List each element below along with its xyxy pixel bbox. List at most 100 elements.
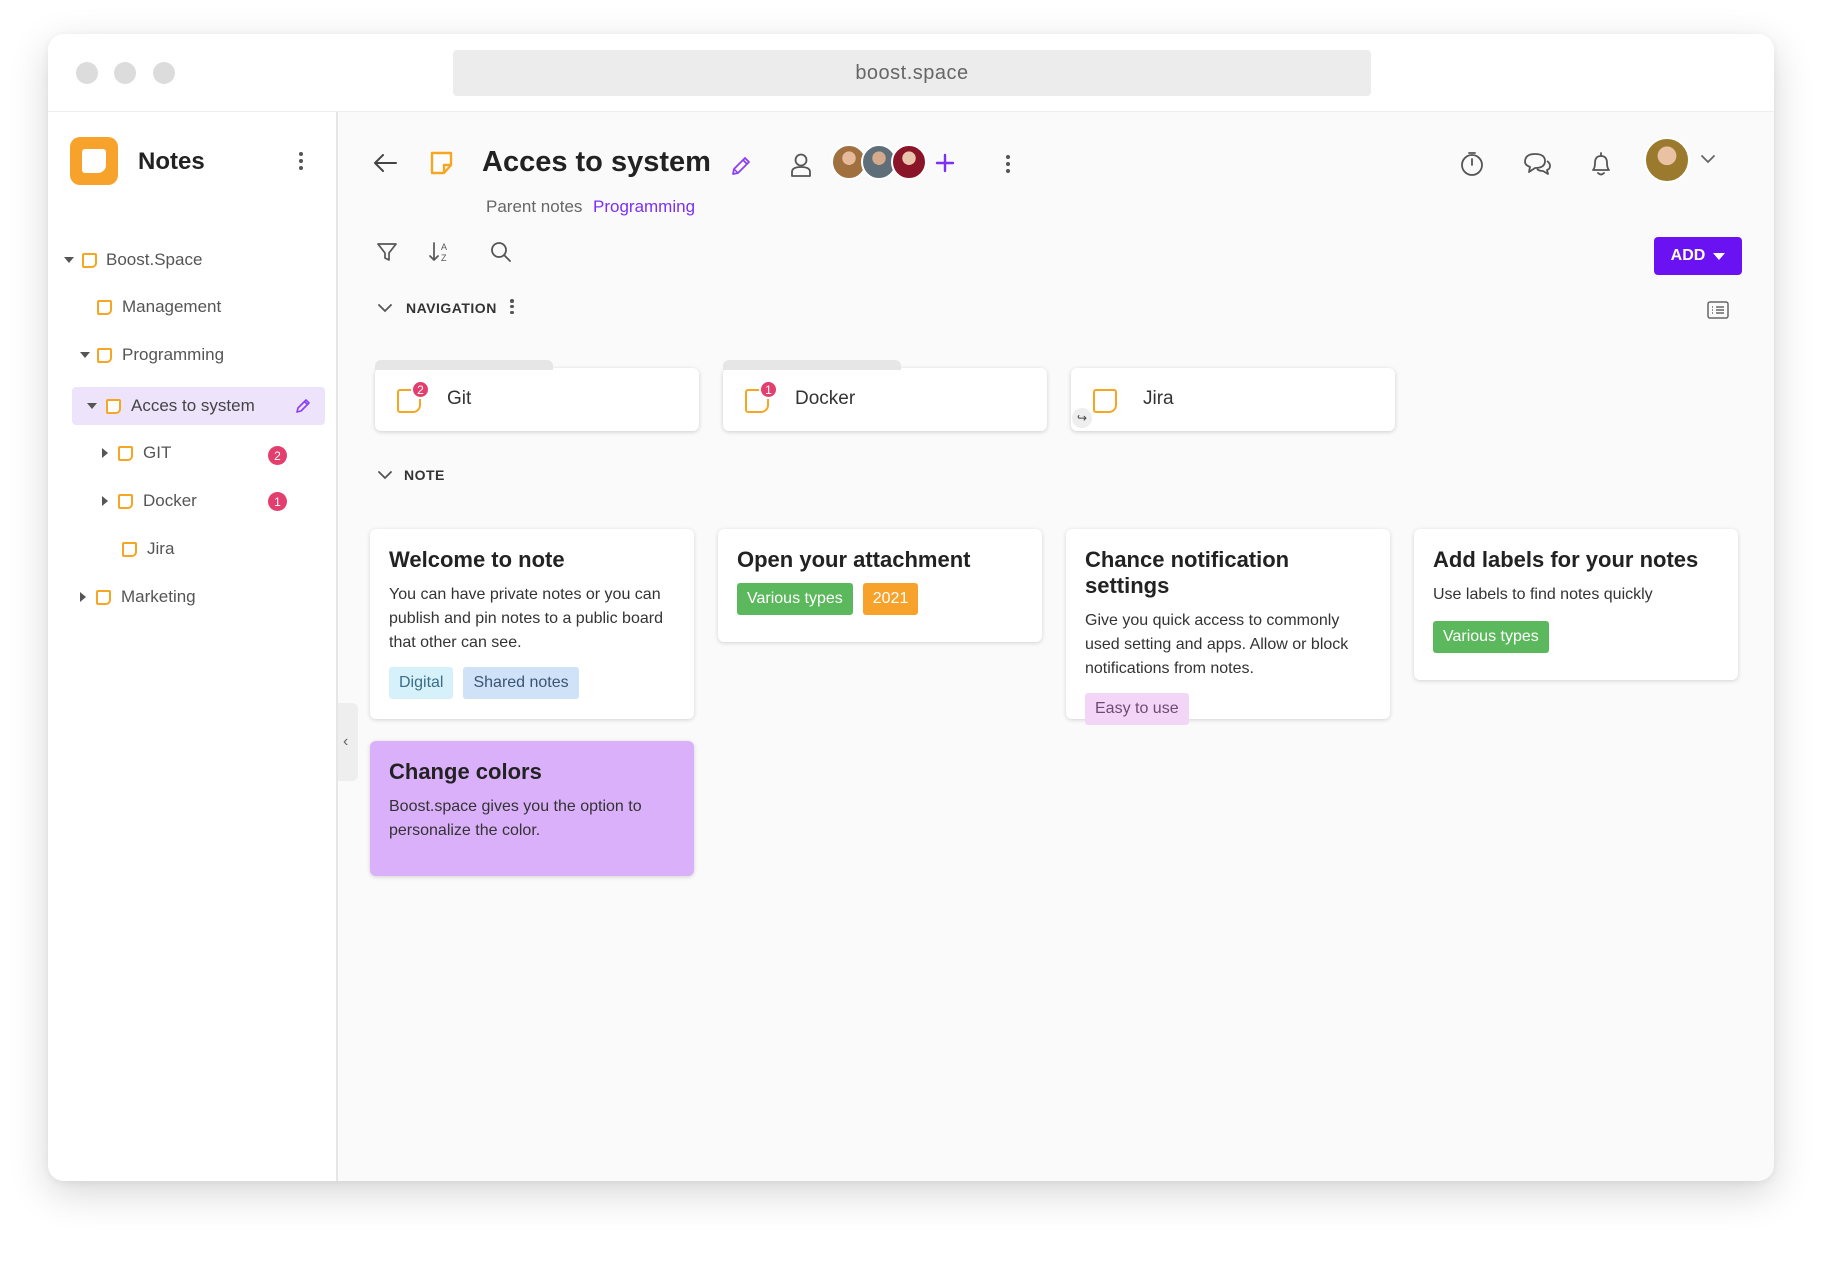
sidebar-item-label: Programming [122, 345, 225, 364]
shortcut-arrow-icon: ↪ [1072, 408, 1092, 428]
filter-icon[interactable] [375, 240, 399, 264]
add-member-plus-icon[interactable] [934, 152, 956, 174]
sidebar-item-boost-space[interactable]: Boost.Space [64, 242, 202, 278]
count-badge: 1 [759, 380, 778, 399]
chat-icon[interactable] [1522, 151, 1552, 177]
app-title: Notes [138, 148, 205, 175]
page-title: Acces to system [482, 146, 711, 178]
note-icon [96, 589, 111, 605]
sidebar-item-label: Docker [143, 491, 197, 510]
nav-card-jira[interactable]: ↪ Jira [1071, 368, 1395, 431]
edit-pencil-icon[interactable] [730, 155, 752, 177]
sidebar: Notes Boost.Space Management Programming… [48, 112, 338, 1181]
search-icon[interactable] [489, 240, 513, 264]
app-header: Notes [70, 137, 330, 187]
count-badge: 2 [411, 380, 430, 399]
caret-down-icon[interactable] [80, 352, 90, 358]
card-tab [723, 360, 901, 370]
section-header-navigation: NAVIGATION [406, 300, 497, 316]
list-view-icon[interactable] [1706, 300, 1730, 320]
add-button-label: ADD [1670, 247, 1706, 264]
sidebar-item-marketing[interactable]: Marketing [80, 579, 196, 615]
notes-app-logo [70, 137, 118, 185]
git-count-badge: 2 [268, 446, 287, 465]
navigation-more-icon[interactable] [509, 299, 515, 314]
sidebar-item-acces-to-system[interactable]: Acces to system [87, 388, 322, 424]
chevron-left-icon: ‹ [343, 733, 349, 750]
address-bar[interactable]: boost.space [453, 50, 1371, 96]
tag-2021[interactable]: 2021 [862, 583, 919, 615]
tag-digital[interactable]: Digital [389, 667, 454, 699]
caret-right-icon[interactable] [80, 592, 86, 602]
svg-text:A: A [441, 242, 447, 252]
window-maximize-dot[interactable] [153, 62, 175, 84]
window-minimize-dot[interactable] [114, 62, 136, 84]
note-icon [118, 493, 133, 509]
nav-card-label: Docker [795, 388, 856, 409]
user-profile-avatar[interactable] [1644, 137, 1690, 183]
add-button[interactable]: ADD [1654, 237, 1742, 275]
sidebar-item-programming[interactable]: Programming [80, 337, 224, 373]
sidebar-item-jira[interactable]: Jira [122, 531, 174, 567]
note-card-labels[interactable]: Add labels for your notes Use labels to … [1414, 529, 1738, 680]
sidebar-item-git[interactable]: GIT [102, 435, 322, 471]
tag-various-types[interactable]: Various types [1433, 621, 1549, 653]
tag-shared-notes[interactable]: Shared notes [463, 667, 579, 699]
sidebar-item-label: Boost.Space [106, 250, 203, 269]
sidebar-item-label: GIT [143, 443, 172, 462]
caret-down-icon[interactable] [87, 403, 97, 409]
sidebar-item-docker[interactable]: Docker [102, 483, 322, 519]
note-card-welcome[interactable]: Welcome to note You can have private not… [370, 529, 694, 719]
user-icon[interactable] [789, 152, 813, 178]
sidebar-item-label: Management [122, 297, 222, 316]
nav-card-label: Git [447, 388, 472, 409]
docker-count-badge: 1 [268, 492, 287, 511]
app-more-icon[interactable] [298, 152, 304, 170]
nav-card-docker[interactable]: 1 Docker [723, 360, 1047, 431]
notification-bell-icon[interactable] [1589, 150, 1613, 178]
note-text: Use labels to find notes quickly [1433, 586, 1653, 603]
caret-right-icon[interactable] [102, 496, 108, 506]
sort-icon[interactable]: A Z [428, 240, 454, 264]
parent-notes-link[interactable]: Programming [593, 197, 695, 217]
svg-text:Z: Z [441, 253, 447, 263]
more-options-icon[interactable] [1005, 155, 1011, 173]
note-icon [97, 299, 112, 315]
note-icon [106, 398, 121, 414]
note-text: Boost.space gives you the option to pers… [389, 798, 642, 839]
note-icon [97, 347, 112, 363]
back-arrow-icon[interactable] [372, 152, 398, 174]
note-card-attachment[interactable]: Open your attachment Various types 2021 [718, 529, 1042, 642]
sidebar-item-label: Acces to system [131, 396, 255, 415]
sidebar-item-label: Jira [147, 539, 175, 558]
caret-right-icon[interactable] [102, 448, 108, 458]
caret-down-icon [1713, 252, 1726, 260]
note-card-change-colors[interactable]: Change colors Boost.space gives you the … [370, 741, 694, 876]
note-text: Give you quick access to commonly used s… [1085, 612, 1349, 677]
window-close-dot[interactable] [76, 62, 98, 84]
sidebar-collapse-button[interactable]: ‹ [338, 703, 358, 781]
chevron-down-icon[interactable] [377, 302, 393, 314]
tag-various-types[interactable]: Various types [737, 583, 853, 615]
chevron-down-icon[interactable] [377, 469, 393, 481]
note-icon [1093, 389, 1117, 413]
note-title: Chance notification settings [1085, 547, 1290, 598]
sidebar-item-management[interactable]: Management [97, 289, 221, 325]
note-title: Change colors [389, 759, 542, 784]
avatar[interactable] [891, 144, 927, 180]
nav-card-git[interactable]: 2 Git [375, 360, 699, 431]
nav-card-label: Jira [1143, 388, 1174, 409]
caret-down-icon[interactable] [64, 257, 74, 263]
chevron-down-icon[interactable] [1700, 153, 1716, 165]
note-card-notification-settings[interactable]: Chance notification settings Give you qu… [1066, 529, 1390, 725]
note-title: Welcome to note [389, 547, 565, 572]
note-text: You can have private notes or you can pu… [389, 586, 663, 651]
parent-notes-label: Parent notes [486, 197, 583, 216]
card-tab [375, 360, 553, 370]
edit-pencil-icon[interactable] [295, 398, 311, 414]
browser-window: boost.space Notes Boost.Space Management… [48, 34, 1774, 1181]
section-header-note: NOTE [404, 467, 445, 483]
timer-icon[interactable] [1459, 150, 1485, 178]
note-title: Open your attachment [737, 547, 971, 572]
tag-easy-to-use[interactable]: Easy to use [1085, 693, 1189, 725]
